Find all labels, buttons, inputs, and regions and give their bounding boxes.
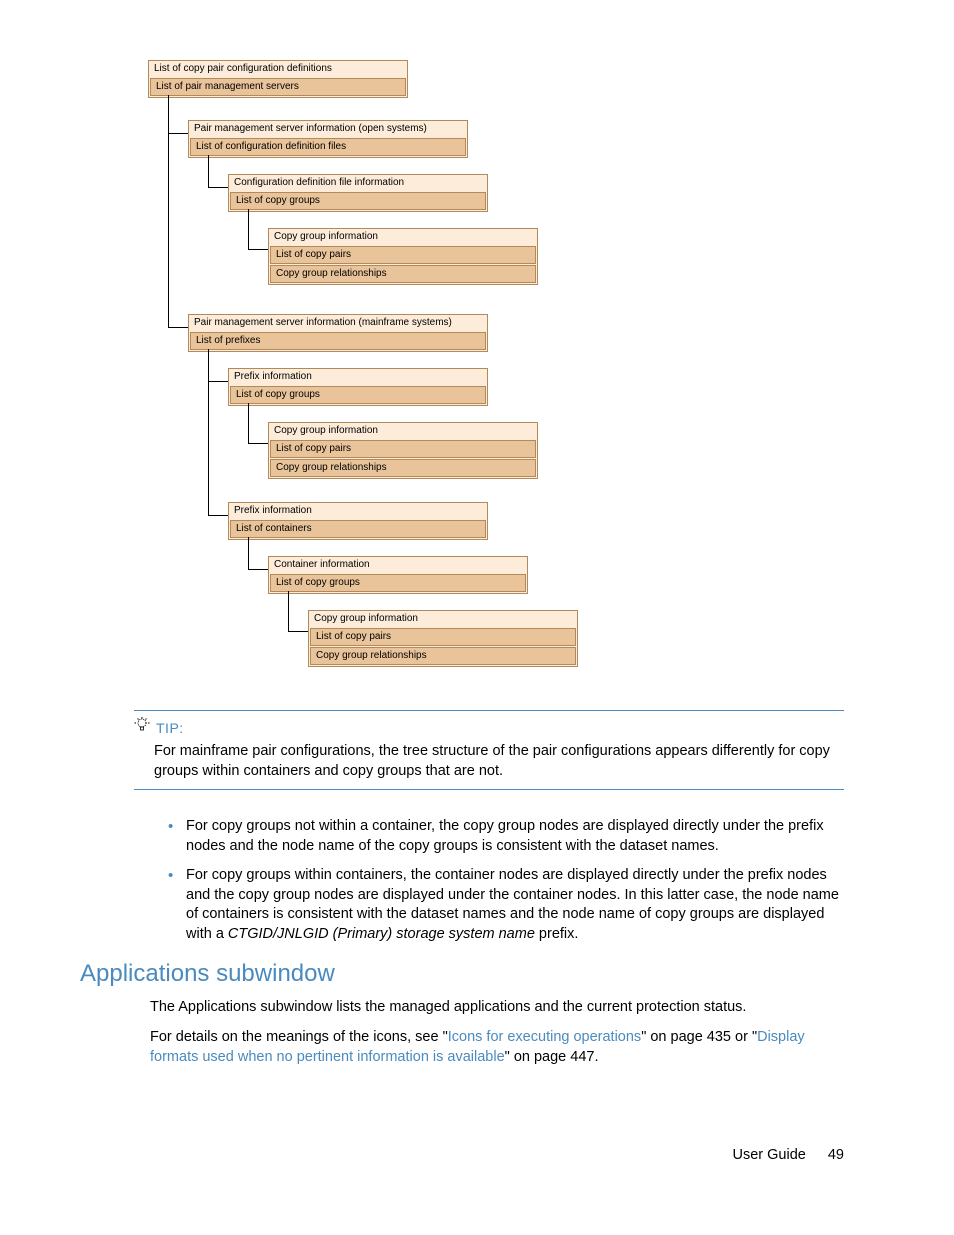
box-mainframe-systems: Pair management server information (main… [188, 314, 488, 352]
box-copy-group-mf1: Copy group information List of copy pair… [268, 422, 538, 479]
box-child: List of copy pairs [270, 440, 536, 458]
box-title: Configuration definition file informatio… [229, 175, 487, 191]
tip-body: For mainframe pair configurations, the t… [134, 742, 844, 781]
bullet-list: For copy groups not within a container, … [150, 817, 844, 954]
box-title: Copy group information [309, 611, 577, 627]
list-item: For copy groups not within a container, … [168, 817, 844, 856]
text: " on page 447. [505, 1049, 599, 1065]
page-number: 49 [828, 1147, 844, 1163]
box-child: List of prefixes [190, 332, 486, 350]
box-child: Copy group relationships [310, 647, 576, 665]
box-prefix-2: Prefix information List of containers [228, 502, 488, 540]
tip-label: TIP: [156, 720, 184, 736]
box-child: List of pair management servers [150, 78, 406, 96]
box-copy-group-open: Copy group information List of copy pair… [268, 228, 538, 285]
box-title: Prefix information [229, 503, 487, 519]
box-open-systems: Pair management server information (open… [188, 120, 468, 158]
divider [134, 710, 844, 711]
box-child: List of copy groups [270, 574, 526, 592]
bullet-text: prefix. [535, 926, 579, 942]
box-title: Pair management server information (open… [189, 121, 467, 137]
divider [134, 789, 844, 790]
box-child: Copy group relationships [270, 265, 536, 283]
box-container: Container information List of copy group… [268, 556, 528, 594]
paragraph: The Applications subwindow lists the man… [150, 998, 844, 1018]
lightbulb-icon [134, 717, 150, 738]
box-config-def-file: Configuration definition file informatio… [228, 174, 488, 212]
paragraph: For details on the meanings of the icons… [150, 1028, 844, 1067]
box-child: List of copy groups [230, 192, 486, 210]
box-child: List of copy pairs [270, 246, 536, 264]
bullet-italic: CTGID/JNLGID (Primary) storage system na… [228, 926, 535, 942]
page-footer: User Guide 49 [732, 1147, 844, 1163]
box-child: List of containers [230, 520, 486, 538]
tip-callout: TIP: For mainframe pair configurations, … [134, 710, 844, 790]
box-title: Copy group information [269, 229, 537, 245]
box-root: List of copy pair configuration definiti… [148, 60, 408, 98]
section-heading: Applications subwindow [80, 960, 335, 988]
text: " on page 435 or " [641, 1029, 757, 1045]
tree-diagram: List of copy pair configuration definiti… [148, 60, 588, 672]
text: For details on the meanings of the icons… [150, 1029, 448, 1045]
box-child: Copy group relationships [270, 459, 536, 477]
box-child: List of copy groups [230, 386, 486, 404]
box-child: List of configuration definition files [190, 138, 466, 156]
box-title: List of copy pair configuration definiti… [149, 61, 407, 77]
cross-ref-link[interactable]: Icons for executing operations [448, 1029, 641, 1045]
box-title: Container information [269, 557, 527, 573]
box-copy-group-mf2: Copy group information List of copy pair… [308, 610, 578, 667]
box-child: List of copy pairs [310, 628, 576, 646]
footer-label: User Guide [732, 1147, 805, 1163]
list-item: For copy groups within containers, the c… [168, 866, 844, 944]
box-title: Pair management server information (main… [189, 315, 487, 331]
box-prefix-1: Prefix information List of copy groups [228, 368, 488, 406]
box-title: Prefix information [229, 369, 487, 385]
box-title: Copy group information [269, 423, 537, 439]
bullet-text: For copy groups not within a container, … [186, 818, 824, 854]
